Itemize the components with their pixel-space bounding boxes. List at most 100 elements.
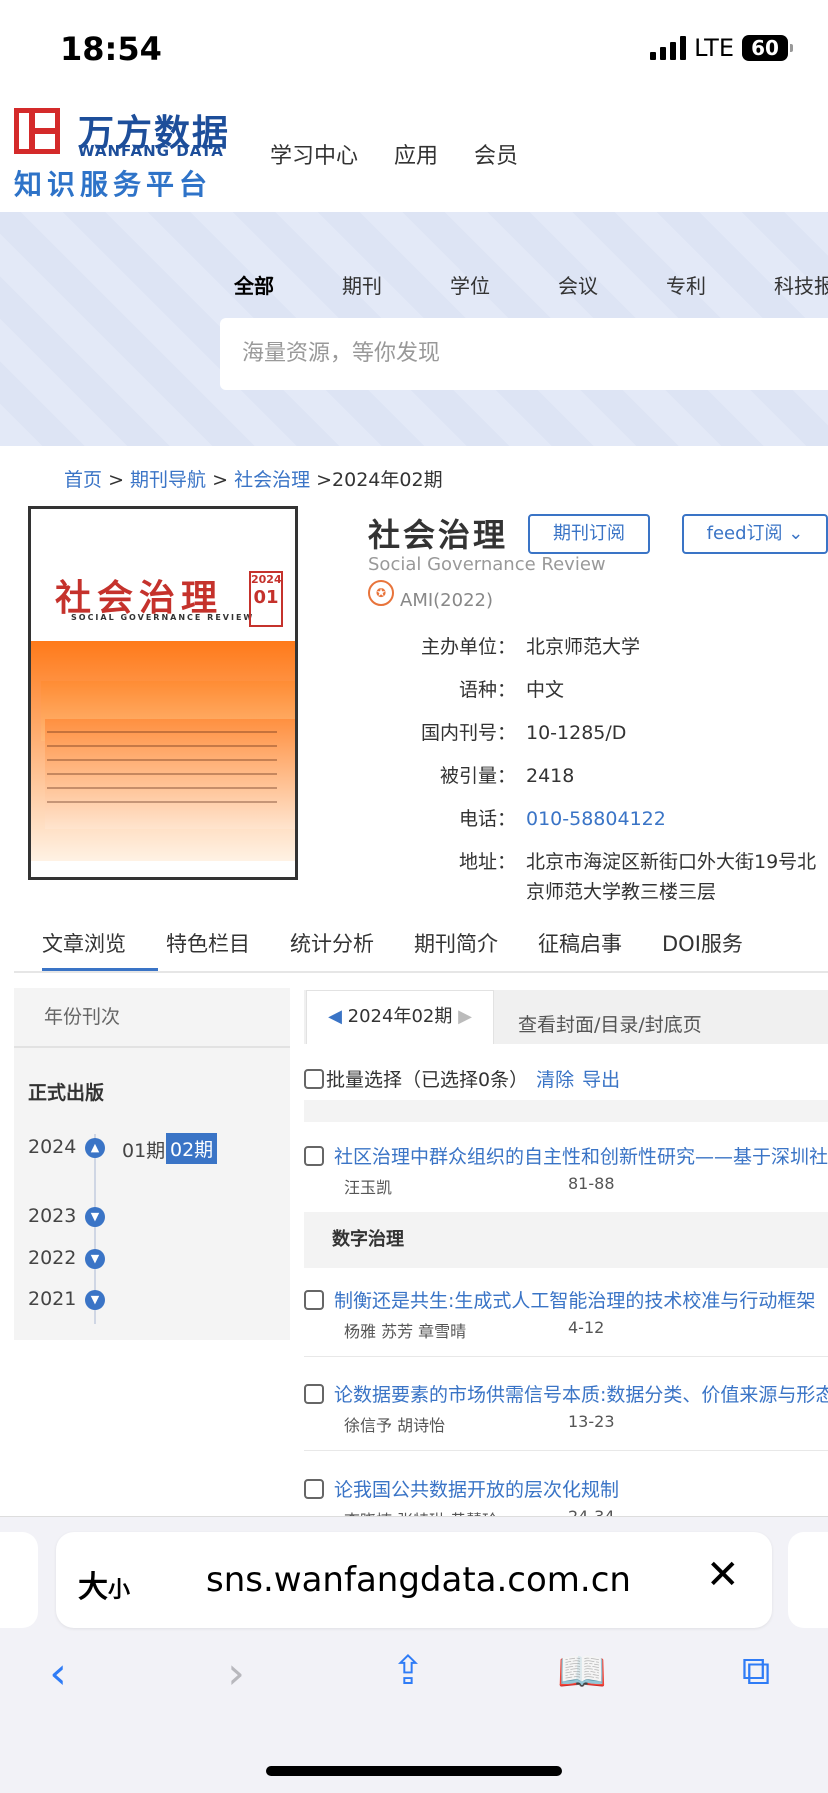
article-title[interactable]: 社区治理中群众组织的自主性和创新性研究——基于深圳社	[304, 1142, 828, 1169]
breadcrumb-sep: >	[108, 469, 131, 491]
prev-tab-peek[interactable]	[0, 1532, 38, 1628]
article-checkbox[interactable]	[304, 1478, 324, 1499]
logo-en[interactable]: WANFANG DATA	[78, 142, 224, 160]
article-title-text[interactable]: 社区治理中群众组织的自主性和创新性研究——基于深圳社	[334, 1142, 828, 1169]
year-2021[interactable]: 2021	[28, 1288, 76, 1310]
article-title[interactable]: 论数据要素的市场供需信号本质:数据分类、价值来源与形态	[304, 1380, 828, 1407]
tab-statistics[interactable]: 统计分析	[290, 928, 374, 970]
share-icon[interactable]: ⇪	[378, 1648, 438, 1694]
article-checkbox[interactable]	[304, 1145, 324, 1166]
top-nav: 学习中心 应用 会员	[270, 138, 518, 170]
article-pages: 81-88	[568, 1174, 615, 1193]
back-icon[interactable]: ‹	[28, 1648, 88, 1699]
breadcrumb-journal-nav[interactable]: 期刊导航	[130, 469, 206, 491]
logo-subtitle[interactable]: 知识服务平台	[14, 163, 212, 203]
tab-cover-contents[interactable]: 查看封面/目录/封底页	[518, 1010, 702, 1037]
year-issue-header: 年份刊次	[14, 988, 290, 1048]
breadcrumb-journal[interactable]: 社会治理	[234, 469, 310, 491]
tab-article-browse[interactable]: 文章浏览	[42, 928, 126, 970]
cover-year: 2024	[251, 573, 282, 586]
batch-select-row: 批量选择（已选择0条） 清除 导出	[304, 1065, 620, 1092]
info-row: 语种： 中文	[380, 675, 820, 705]
info-value: 10-1285/D	[526, 722, 627, 744]
triangle-right-icon[interactable]: ▶	[458, 1006, 472, 1027]
info-key: 电话：	[458, 808, 516, 830]
category-degree[interactable]: 学位	[450, 270, 558, 299]
category-patent[interactable]: 专利	[666, 270, 774, 299]
triangle-left-icon[interactable]: ◀	[328, 1006, 342, 1027]
info-key: 被引量：	[439, 765, 516, 787]
journal-cover-image[interactable]: 社会治理 SOCIAL GOVERNANCE REVIEW 2024 01	[28, 506, 298, 880]
info-value: 中文	[526, 679, 565, 701]
text-size-button[interactable]: 大小	[78, 1562, 130, 1606]
batch-select-checkbox[interactable]	[304, 1068, 324, 1089]
article-pages: 13-23	[568, 1412, 615, 1431]
search-input[interactable]: 海量资源，等你发现	[220, 318, 828, 390]
subscribe-button[interactable]: 期刊订阅	[528, 514, 650, 554]
info-value: 北京师范大学	[526, 636, 641, 658]
category-all[interactable]: 全部	[234, 270, 342, 299]
category-conference[interactable]: 会议	[558, 270, 666, 299]
article-title-text[interactable]: 论我国公共数据开放的层次化规制	[334, 1475, 619, 1502]
battery-icon: 60	[742, 35, 793, 61]
feed-subscribe-button[interactable]: feed订阅 ⌄	[682, 514, 828, 554]
year-2023[interactable]: 2023	[28, 1205, 76, 1227]
breadcrumb-home[interactable]: 首页	[64, 469, 102, 491]
breadcrumb: 首页 > 期刊导航 > 社会治理 >2024年02期	[64, 465, 443, 492]
tab-featured-columns[interactable]: 特色栏目	[166, 928, 250, 970]
close-icon[interactable]: ✕	[706, 1552, 740, 1598]
list-header-strip	[304, 1100, 828, 1122]
article-authors[interactable]: 杨雅 苏芳 章雪晴	[344, 1318, 466, 1342]
issue-02-selected[interactable]: 02期	[166, 1133, 218, 1164]
article-authors[interactable]: 汪玉凯	[344, 1174, 392, 1198]
info-key: 语种：	[458, 679, 516, 701]
chevron-down-icon[interactable]: ▼	[85, 1249, 105, 1269]
issue-tab-active[interactable]: ◀ 2024年02期 ▶	[306, 990, 494, 1044]
info-row: 被引量： 2418	[380, 761, 820, 791]
clear-link[interactable]: 清除	[536, 1065, 574, 1092]
published-label: 正式出版	[28, 1082, 105, 1104]
issue-01[interactable]: 01期	[122, 1136, 165, 1163]
year-2024[interactable]: 2024	[28, 1136, 76, 1158]
tabs-icon[interactable]: ⧉	[726, 1648, 786, 1694]
url-text[interactable]: sns.wanfangdata.com.cn	[206, 1560, 631, 1600]
text-size-small: 小	[108, 1578, 131, 1603]
article-title[interactable]: 论我国公共数据开放的层次化规制	[304, 1475, 619, 1502]
nav-learning-center[interactable]: 学习中心	[270, 138, 358, 170]
article-title-text[interactable]: 论数据要素的市场供需信号本质:数据分类、价值来源与形态	[334, 1380, 828, 1407]
cover-subtitle: SOCIAL GOVERNANCE REVIEW	[71, 613, 255, 622]
article-checkbox[interactable]	[304, 1289, 324, 1310]
tab-call-for-papers[interactable]: 征稿启事	[538, 928, 622, 970]
article-title-text[interactable]: 制衡还是共生:生成式人工智能治理的技术校准与行动框架	[334, 1286, 815, 1313]
ami-badge-icon: ✪	[368, 580, 394, 606]
signal-icon	[650, 36, 687, 60]
forward-icon[interactable]: ›	[206, 1648, 266, 1699]
tab-divider	[14, 971, 828, 973]
year-2022[interactable]: 2022	[28, 1247, 76, 1269]
nav-apps[interactable]: 应用	[394, 138, 438, 170]
article-title[interactable]: 制衡还是共生:生成式人工智能治理的技术校准与行动框架	[304, 1286, 815, 1313]
category-journal[interactable]: 期刊	[342, 270, 450, 299]
chevron-up-icon[interactable]: ▲	[85, 1138, 105, 1158]
tab-journal-intro[interactable]: 期刊简介	[414, 928, 498, 970]
info-value: 北京市海淀区新街口外大街19号北京师范大学教三楼三层	[526, 851, 817, 903]
ami-rating: AMI(2022)	[400, 590, 494, 611]
chevron-down-icon[interactable]: ▼	[85, 1207, 105, 1227]
tab-doi-service[interactable]: DOI服务	[662, 928, 743, 970]
phone-link[interactable]: 010-58804122	[516, 804, 820, 834]
category-tech-report[interactable]: 科技报	[774, 270, 828, 299]
article-checkbox[interactable]	[304, 1383, 324, 1404]
journal-title-en: Social Governance Review	[368, 554, 606, 575]
row-divider	[304, 1356, 828, 1357]
next-tab-peek[interactable]	[788, 1532, 828, 1628]
search-category-tabs: 全部 期刊 学位 会议 专利 科技报	[234, 270, 828, 299]
article-authors[interactable]: 徐信予 胡诗怡	[344, 1412, 445, 1436]
chevron-down-icon[interactable]: ▼	[85, 1290, 105, 1310]
export-link[interactable]: 导出	[582, 1065, 620, 1092]
journal-tabs: 文章浏览 特色栏目 统计分析 期刊简介 征稿启事 DOI服务	[42, 928, 783, 970]
article-pages: 4-12	[568, 1318, 605, 1337]
breadcrumb-sep: >	[212, 469, 235, 491]
bookmarks-icon[interactable]: 📖	[552, 1648, 612, 1695]
wanfang-logo-icon[interactable]	[14, 108, 60, 154]
nav-membership[interactable]: 会员	[474, 138, 518, 170]
